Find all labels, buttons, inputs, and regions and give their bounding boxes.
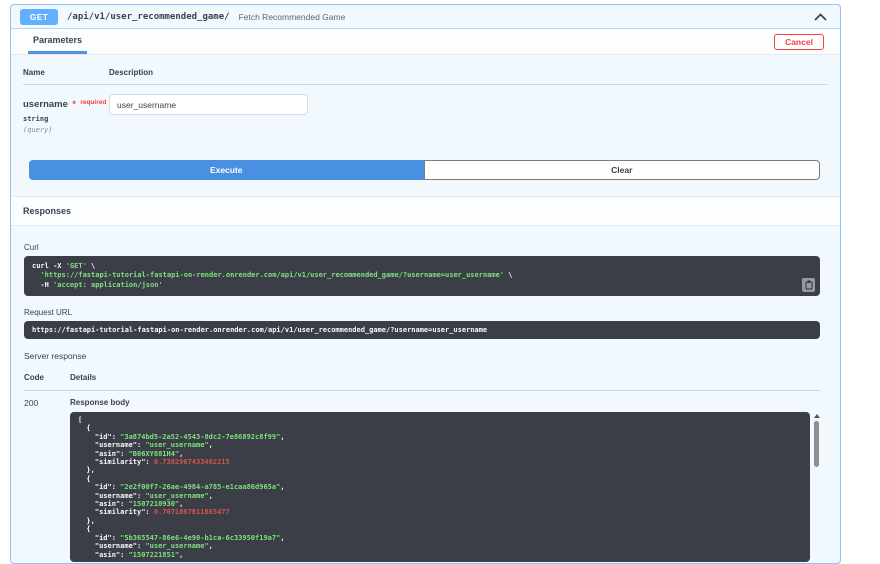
- scroll-up-arrow-icon[interactable]: [814, 414, 820, 418]
- response-body-block: [ { "id": "3a874bd5-2a52-4543-8dc2-7e868…: [70, 412, 810, 562]
- params-col-description: Description: [109, 68, 828, 77]
- scrollbar-thumb[interactable]: [814, 421, 819, 467]
- param-name-cell: username * required string (query): [23, 94, 109, 134]
- status-code: 200: [24, 398, 70, 562]
- responses-section-header: Responses: [11, 196, 840, 226]
- endpoint-path: /api/v1/user_recommended_game/: [67, 12, 230, 22]
- param-location: (query): [23, 126, 109, 134]
- execute-bar: Execute Clear: [29, 160, 820, 180]
- param-name: username: [23, 99, 68, 110]
- operation-header[interactable]: GET /api/v1/user_recommended_game/ Fetch…: [11, 5, 840, 29]
- params-col-name: Name: [23, 68, 109, 77]
- required-label: required: [80, 99, 106, 106]
- response-table-header: Code Details: [24, 373, 820, 391]
- response-scrollbar[interactable]: [813, 414, 820, 467]
- response-row: 200 Response body [ { "id": "3a874bd5-2a…: [24, 391, 820, 562]
- param-value-cell: [109, 94, 828, 134]
- responses-title: Responses: [23, 206, 71, 216]
- server-response-label: Server response: [24, 351, 820, 361]
- curl-label: Curl: [24, 243, 820, 252]
- clear-button[interactable]: Clear: [424, 160, 821, 180]
- username-input[interactable]: [109, 94, 308, 115]
- collapse-chevron-icon[interactable]: [814, 13, 827, 21]
- request-url-block: https://fastapi-tutorial-fastapi-on-rend…: [24, 321, 820, 339]
- operation-panel: GET /api/v1/user_recommended_game/ Fetch…: [10, 4, 841, 564]
- http-method-badge: GET: [20, 9, 58, 25]
- parameters-section-header: Parameters Cancel: [11, 29, 840, 55]
- endpoint-summary: Fetch Recommended Game: [239, 12, 346, 22]
- execute-button[interactable]: Execute: [29, 160, 424, 180]
- response-body-label: Response body: [70, 398, 820, 407]
- tab-parameters-label: Parameters: [33, 35, 82, 45]
- param-row-username: username * required string (query): [23, 85, 828, 134]
- param-type: string: [23, 115, 109, 123]
- response-details-cell: Response body [ { "id": "3a874bd5-2a52-4…: [70, 398, 820, 562]
- responses-area: Curl curl -X 'GET' \ 'https://fastapi-tu…: [11, 226, 840, 562]
- request-url-label: Request URL: [24, 308, 820, 317]
- copy-button[interactable]: [802, 278, 815, 292]
- parameters-table: Name Description username * required str…: [11, 55, 840, 134]
- response-code-header: Code: [24, 373, 70, 382]
- tab-parameters[interactable]: Parameters: [28, 29, 87, 54]
- cancel-button[interactable]: Cancel: [774, 34, 824, 50]
- curl-code-block: curl -X 'GET' \ 'https://fastapi-tutoria…: [24, 256, 820, 296]
- required-star: *: [72, 99, 76, 109]
- response-details-header: Details: [70, 373, 820, 382]
- clipboard-icon: [805, 280, 813, 290]
